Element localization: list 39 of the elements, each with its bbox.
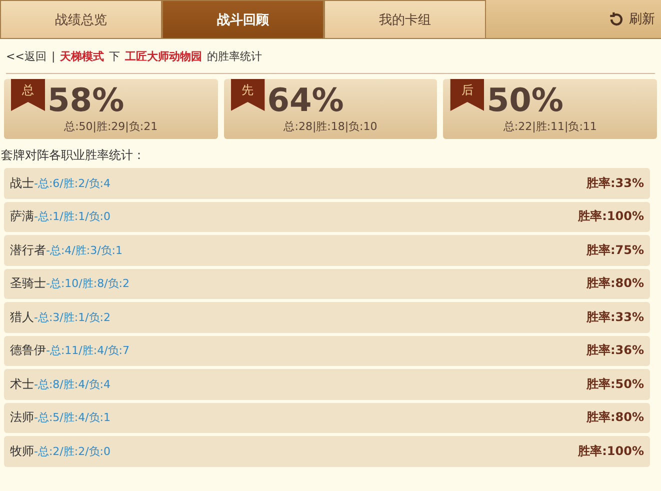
class-record: 战士-总:6/胜:2/负:4: [10, 174, 110, 192]
tab[interactable]: 战绩总览: [0, 0, 162, 38]
class-record: 法师-总:5/胜:4/负:1: [10, 409, 110, 426]
win-rate: 64%: [267, 81, 344, 119]
class-record: 牧师-总:2/胜:2/负:0: [10, 442, 110, 460]
win-rate: 50%: [486, 81, 564, 119]
class-record: 圣骑士-总:10/胜:8/负:2: [10, 275, 130, 292]
class-win-rate: 胜率:100%: [578, 442, 644, 460]
back-link[interactable]: <<返回: [6, 48, 46, 64]
crumb-suffix: 的胜率统计: [207, 48, 262, 64]
class-record: 萨满-总:1/胜:1/负:0: [10, 208, 110, 226]
refresh-button[interactable]: 刷新: [602, 0, 661, 38]
separator: |: [51, 50, 56, 62]
class-win-rate: 胜率:80%: [586, 409, 644, 426]
win-rate: 58%: [48, 81, 124, 119]
stat-detail: 总:50|胜:29|负:21: [64, 119, 158, 134]
class-record: 猎人-总:3/胜:1/负:2: [10, 308, 110, 326]
mode-label: 天梯模式: [60, 48, 104, 64]
class-win-rate: 胜率:36%: [586, 342, 644, 360]
class-win-rate: 胜率:100%: [578, 208, 644, 226]
tab[interactable]: 我的卡组: [324, 0, 486, 38]
deck-name: 工匠大师动物园: [125, 48, 202, 64]
ribbon-tag: 总: [11, 79, 45, 111]
stat-detail: 总:28|胜:18|负:10: [284, 119, 378, 134]
class-record: 术士-总:8/胜:4/负:4: [10, 376, 110, 393]
tab[interactable]: 战斗回顾: [162, 0, 324, 38]
joiner-text: 下: [109, 48, 120, 64]
class-record: 潜行者-总:4/胜:3/负:1: [10, 242, 122, 259]
class-win-rate: 胜率:80%: [586, 275, 644, 292]
class-record: 德鲁伊-总:11/胜:4/负:7: [10, 342, 130, 360]
class-win-rate: 胜率:75%: [586, 242, 644, 259]
refresh-icon: [608, 10, 625, 28]
section-title: 套牌对阵各职业胜率统计：: [0, 147, 146, 164]
ribbon-tag: 后: [450, 79, 484, 111]
class-win-rate: 胜率:33%: [586, 308, 644, 326]
class-win-rate: 胜率:50%: [586, 376, 644, 393]
ribbon-tag: 先: [230, 79, 265, 111]
stat-detail: 总:22|胜:11|负:11: [503, 119, 597, 134]
class-win-rate: 胜率:33%: [586, 174, 644, 192]
